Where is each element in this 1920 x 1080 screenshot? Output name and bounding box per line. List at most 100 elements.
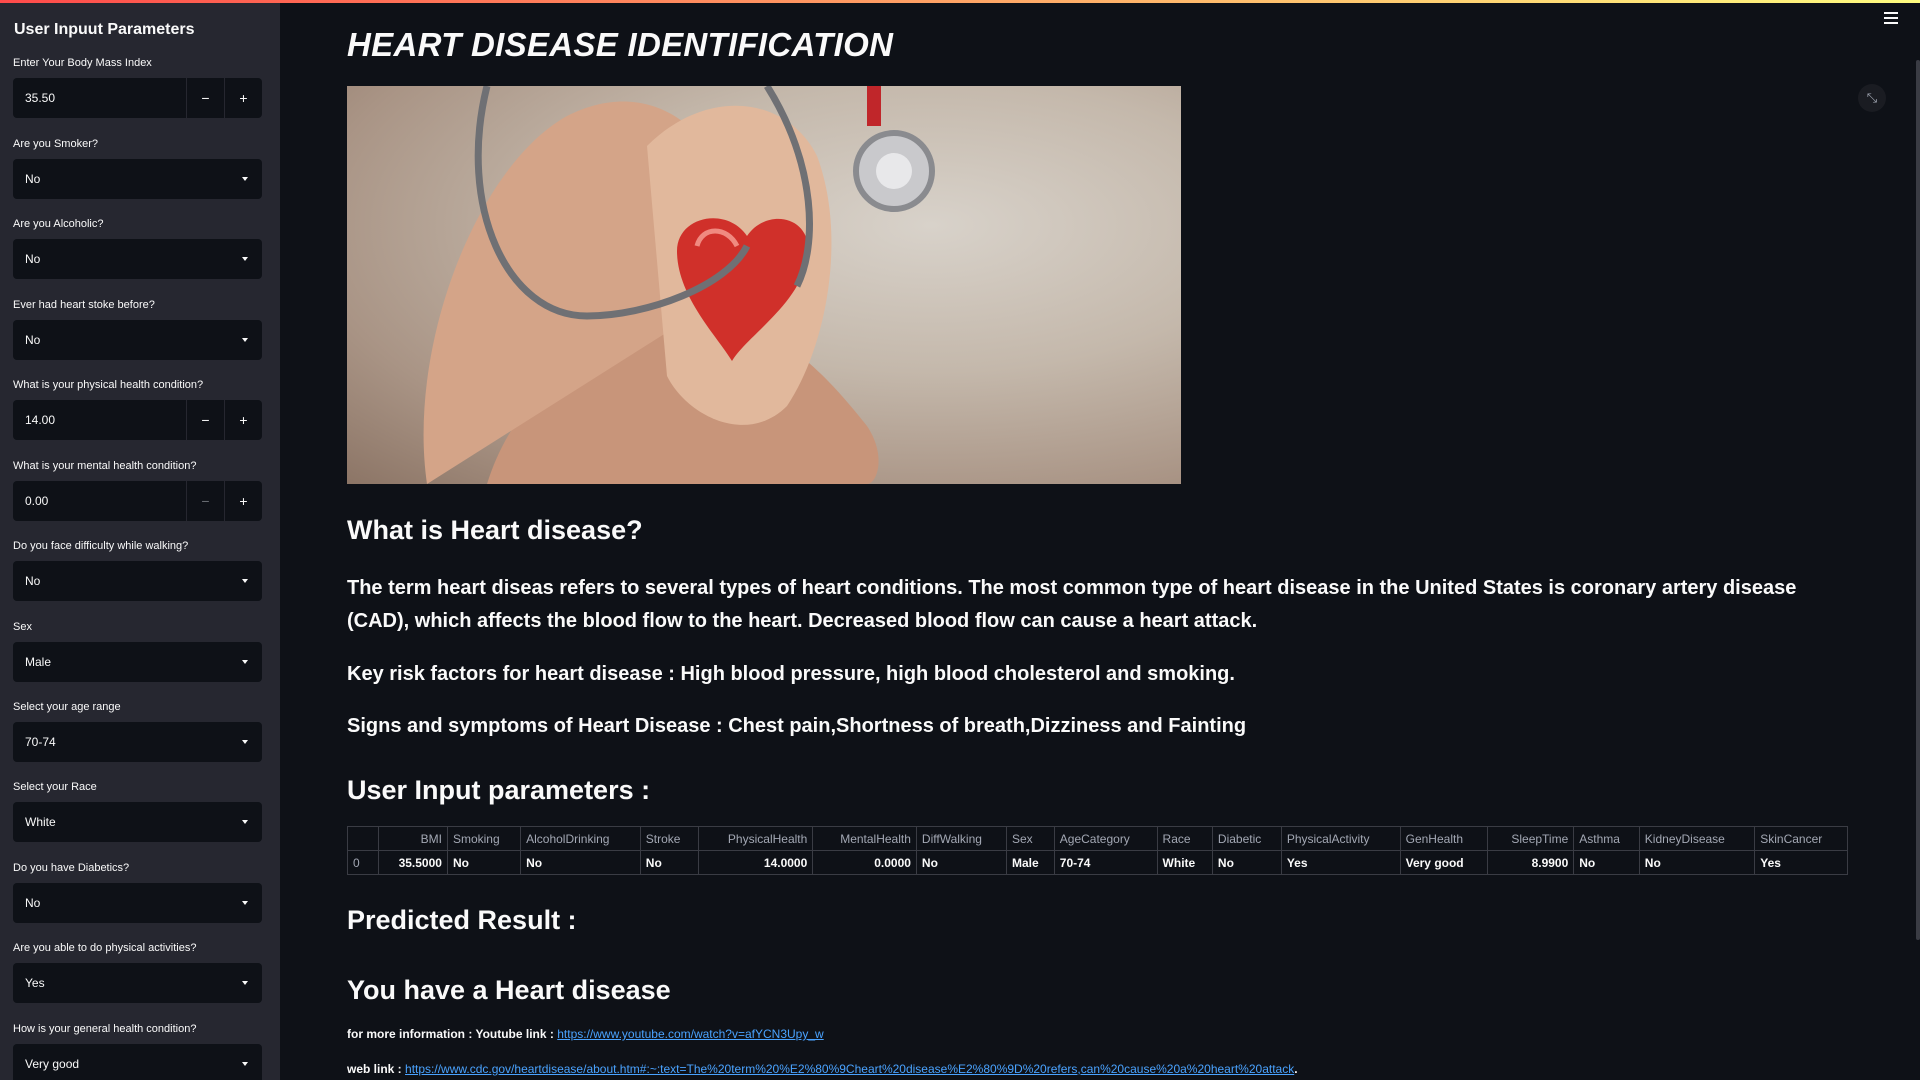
sex-select[interactable]: Male [13,642,262,682]
table-cell: No [520,850,641,875]
diabetic-select[interactable]: No [13,883,262,923]
table-header: BMI [378,826,448,851]
sex-label: Sex [13,621,32,633]
stroke-value: No [25,333,41,347]
physical-health-number-input: 14.00 − + [13,400,262,440]
heart-stethoscope-image [347,86,1181,484]
table-cell: White [1156,850,1213,875]
physical-activity-label: Are you able to do physical activities? [13,942,197,954]
sex-value: Male [25,655,52,669]
user-input-table: BMI Smoking AlcoholDrinking Stroke Physi… [347,826,1848,875]
table-cell: No [639,850,699,875]
caret-down-icon [242,981,248,985]
stethoscope-diaphragm [876,153,912,189]
alcoholic-label: Are you Alcoholic? [13,218,104,230]
table-cell: No [1638,850,1756,875]
predicted-result-heading: Predicted Result : [347,905,577,935]
age-select[interactable]: 70-74 [13,722,262,762]
caret-down-icon [242,660,248,664]
stethoscope-red-tube [867,86,881,126]
smoker-select[interactable]: No [13,159,262,199]
youtube-link[interactable]: https://www.youtube.com/watch?v=afYCN3Up… [557,1027,823,1041]
caret-down-icon [242,740,248,744]
table-header: AlcoholDrinking [520,826,641,851]
table-header: Smoking [446,826,522,851]
age-field: Select your age range 70-74 [13,700,262,762]
diabetic-label: Do you have Diabetics? [13,862,130,874]
table-cell: No [1211,850,1282,875]
table-cell: Yes [1280,850,1401,875]
bmi-increment-button[interactable]: + [225,78,262,118]
table-header: Diabetic [1211,826,1282,851]
mental-health-increment-button[interactable]: + [225,481,262,521]
bmi-value[interactable]: 35.50 [13,78,186,118]
diff-walking-value: No [25,574,41,588]
table-header: PhysicalActivity [1280,826,1401,851]
table-cell: 0.0000 [812,850,917,875]
table-header: Race [1156,826,1213,851]
bmi-number-input: 35.50 − + [13,78,262,118]
mental-health-label: What is your mental health condition? [13,460,197,472]
table-header-row: BMI Smoking AlcoholDrinking Stroke Physi… [347,826,1848,851]
smoker-value: No [25,172,41,186]
physical-health-label: What is your physical health condition? [13,379,204,391]
table-cell: No [1573,850,1640,875]
web-trail: . [1294,1062,1298,1076]
table-cell: 0 [347,850,379,875]
hero-illustration [423,86,935,484]
mental-health-number-input: 0.00 − + [13,481,262,521]
race-label: Select your Race [13,781,97,793]
table-cell: 35.5000 [378,850,448,875]
age-value: 70-74 [25,735,56,749]
caret-down-icon [242,820,248,824]
stroke-select[interactable]: No [13,320,262,360]
sex-field: Sex Male [13,620,262,682]
web-label: web link : [347,1062,406,1076]
diff-walking-label: Do you face difficulty while walking? [13,540,189,552]
race-select[interactable]: White [13,802,262,842]
cdc-web-link[interactable]: https://www.cdc.gov/heartdisease/about.h… [405,1062,1294,1076]
youtube-label: for more information : Youtube link : [347,1027,558,1041]
diabetic-value: No [25,896,41,910]
caret-down-icon [242,338,248,342]
table-header: AgeCategory [1053,826,1158,851]
table-cell: No [446,850,522,875]
gen-health-select[interactable]: Very good [13,1044,262,1080]
physical-activity-field: Are you able to do physical activities? … [13,941,262,1003]
mental-health-decrement-button[interactable]: − [187,481,224,521]
table-header: MentalHealth [812,826,917,851]
table-header: Asthma [1573,826,1640,851]
physical-activity-select[interactable]: Yes [13,963,262,1003]
page-title: HEART DISEASE IDENTIFICATION [347,26,894,63]
table-header: Sex [1005,826,1055,851]
table-cell: Very good [1399,850,1489,875]
hamburger-menu-icon[interactable] [1884,12,1898,24]
bmi-label: Enter Your Body Mass Index [13,57,152,69]
mental-health-value[interactable]: 0.00 [13,481,186,521]
race-field: Select your Race White [13,780,262,842]
table-header [347,826,379,851]
table-cell: 8.9900 [1487,850,1575,875]
physical-health-decrement-button[interactable]: − [187,400,224,440]
table-header: Stroke [639,826,699,851]
physical-health-increment-button[interactable]: + [225,400,262,440]
gen-health-field: How is your general health condition? Ve… [13,1022,262,1080]
top-decoration-bar [0,0,1920,3]
fullscreen-expand-icon[interactable]: ⤡ [1858,84,1886,112]
table-header: SleepTime [1487,826,1575,851]
scrollbar[interactable] [1916,60,1920,940]
sidebar-title: User Inpuut Parameters [14,21,195,38]
table-header: PhysicalHealth [697,826,814,851]
diff-walking-select[interactable]: No [13,561,262,601]
gen-health-value: Very good [25,1057,80,1071]
table-cell: 70-74 [1053,850,1158,875]
caret-down-icon [242,901,248,905]
caret-down-icon [242,1062,248,1066]
bmi-decrement-button[interactable]: − [187,78,224,118]
symptoms-paragraph: Signs and symptoms of Heart Disease : Ch… [347,715,1247,737]
alcoholic-select[interactable]: No [13,239,262,279]
smoker-label: Are you Smoker? [13,138,98,150]
stroke-label: Ever had heart stoke before? [13,299,155,311]
physical-health-value[interactable]: 14.00 [13,400,186,440]
prediction-result: You have a Heart disease [347,975,671,1005]
